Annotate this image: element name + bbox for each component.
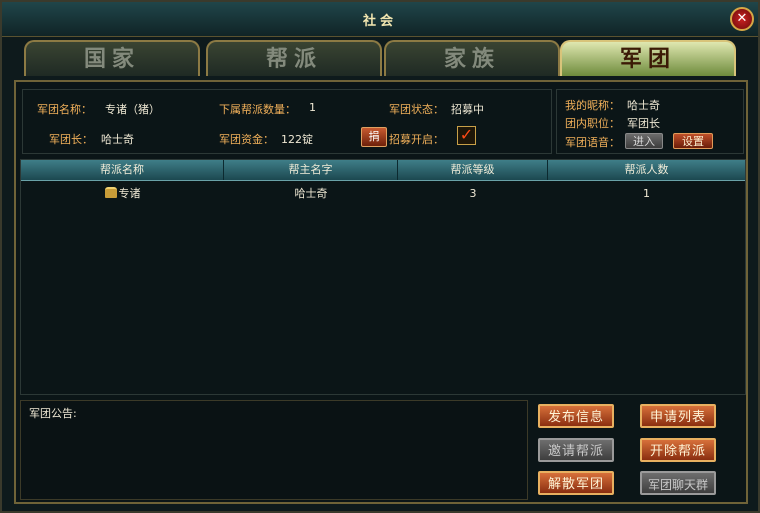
voice-settings-button[interactable]: 设置	[673, 133, 713, 149]
window-title: 社会	[362, 14, 397, 29]
status-value: 招募中	[451, 103, 484, 116]
social-window: 社会 ✕ 国家 帮派 家族 军团 军团名称： 专诸（猪） 下属帮派数量： 1 军…	[0, 0, 760, 513]
tab-country[interactable]: 国家	[24, 40, 200, 76]
status-label: 军团状态：	[389, 103, 444, 116]
funds-value: 122锭	[281, 133, 313, 146]
legion-chat-button[interactable]: 军团聊天群	[640, 471, 716, 495]
nickname-label: 我的昵称：	[565, 99, 620, 112]
profile-info: 我的昵称： 哈士奇 团内职位： 军团长 军团语音： 进入 设置	[556, 89, 744, 154]
sub-count-label: 下属帮派数量：	[219, 103, 296, 116]
apply-list-button[interactable]: 申请列表	[640, 404, 716, 428]
crown-icon	[104, 187, 117, 198]
voice-enter-button[interactable]: 进入	[625, 133, 663, 149]
table-header: 帮派名称 帮主名字 帮派等级 帮派人数	[21, 160, 745, 181]
row-guild-members: 1	[643, 187, 650, 200]
row-leader-name: 哈士奇	[294, 187, 328, 200]
legion-name-value: 专诸（猪）	[105, 103, 160, 116]
title-bar: 社会 ✕	[2, 2, 758, 37]
legion-name-label: 军团名称：	[37, 103, 92, 116]
legion-info: 军团名称： 专诸（猪） 下属帮派数量： 1 军团状态： 招募中 军团长： 哈士奇…	[22, 89, 552, 154]
position-value: 军团长	[627, 117, 660, 130]
guild-table: 帮派名称 帮主名字 帮派等级 帮派人数 专诸 哈士奇 3 1	[20, 159, 746, 395]
row-guild-name: 专诸	[21, 186, 224, 202]
position-label: 团内职位：	[565, 117, 620, 130]
notice-label: 军团公告:	[29, 407, 77, 420]
donate-button[interactable]: 捐	[361, 127, 387, 147]
publish-info-button[interactable]: 发布信息	[538, 404, 614, 428]
close-icon[interactable]: ✕	[730, 7, 754, 31]
nickname-value: 哈士奇	[627, 99, 660, 112]
voice-label: 军团语音：	[565, 136, 620, 149]
header-guild-name[interactable]: 帮派名称	[21, 160, 224, 180]
disband-legion-button[interactable]: 解散军团	[538, 471, 614, 495]
sub-count-value: 1	[309, 101, 316, 114]
legion-panel: 军团名称： 专诸（猪） 下属帮派数量： 1 军团状态： 招募中 军团长： 哈士奇…	[14, 80, 748, 504]
header-guild-level[interactable]: 帮派等级	[398, 160, 548, 180]
checkmark-icon: ✓	[459, 125, 474, 144]
expel-guild-button[interactable]: 开除帮派	[640, 438, 716, 462]
tab-legion[interactable]: 军团	[560, 40, 736, 76]
header-guild-members[interactable]: 帮派人数	[548, 160, 745, 180]
tab-guild[interactable]: 帮派	[206, 40, 382, 76]
row-guild-name-text: 专诸	[118, 187, 141, 200]
funds-label: 军团资金：	[219, 133, 274, 146]
recruit-label: 招募开启：	[389, 133, 444, 146]
leader-label: 军团长：	[49, 133, 93, 146]
header-leader-name[interactable]: 帮主名字	[224, 160, 398, 180]
leader-value: 哈士奇	[101, 133, 134, 146]
tab-bar: 国家 帮派 家族 军团	[24, 40, 742, 78]
recruit-checkbox[interactable]: ✓	[457, 126, 476, 145]
row-guild-level: 3	[469, 187, 477, 200]
tab-family[interactable]: 家族	[384, 40, 560, 76]
legion-notice[interactable]: 军团公告:	[20, 400, 528, 500]
invite-guild-button[interactable]: 邀请帮派	[538, 438, 614, 462]
